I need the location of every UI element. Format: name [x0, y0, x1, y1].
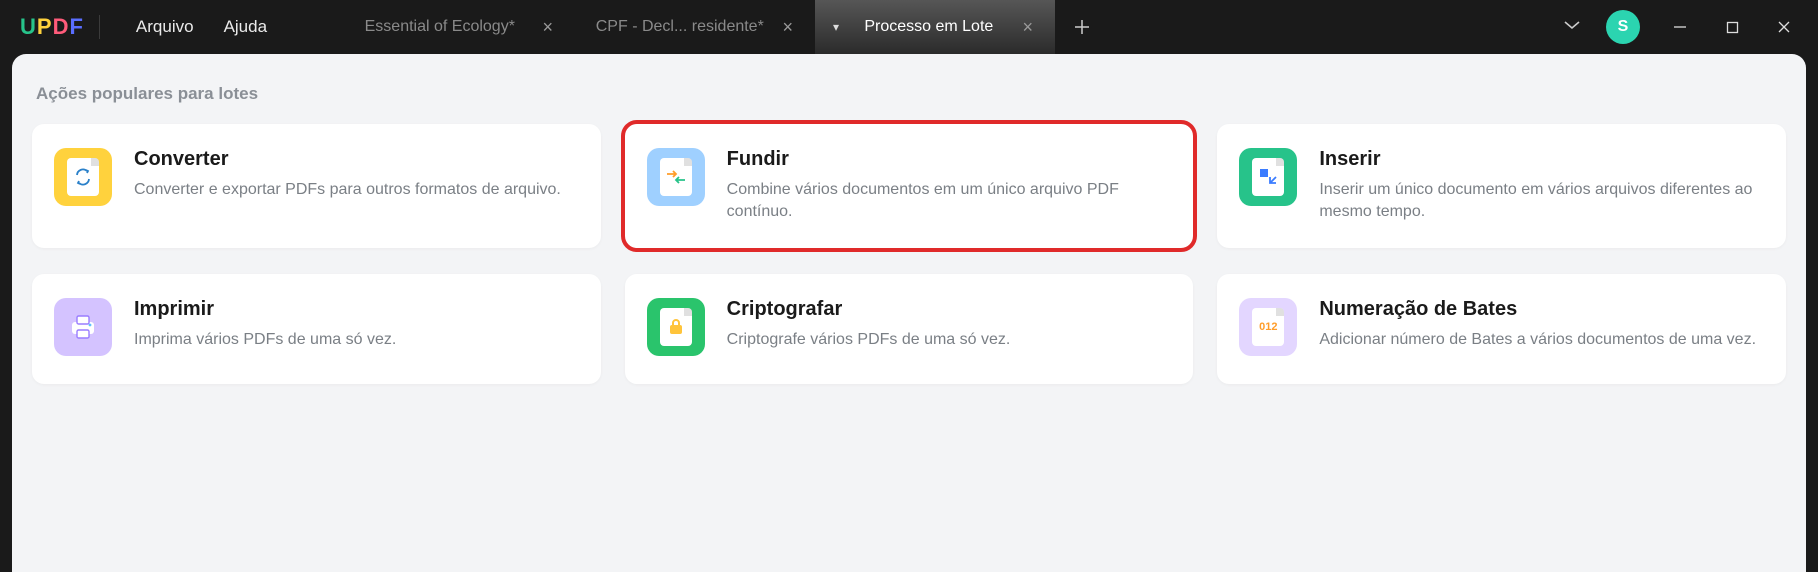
print-icon	[54, 298, 112, 356]
maximize-button[interactable]	[1706, 0, 1758, 54]
card-body: Criptografar Criptografe vários PDFs de …	[727, 298, 1170, 351]
tab-label: Processo em Lote	[851, 18, 1006, 36]
tab-cpf[interactable]: CPF - Decl... residente* ×	[575, 0, 815, 54]
chevron-down-icon[interactable]: ▾	[833, 20, 839, 34]
minimize-icon	[1673, 20, 1687, 34]
close-icon	[1777, 20, 1791, 34]
card-body: Numeração de Bates Adicionar número de B…	[1319, 298, 1762, 351]
cards-row-2: Imprimir Imprima vários PDFs de uma só v…	[32, 274, 1786, 384]
card-convert[interactable]: Converter Converter e exportar PDFs para…	[32, 124, 601, 248]
card-desc: Adicionar número de Bates a vários docum…	[1319, 329, 1762, 351]
card-title: Imprimir	[134, 298, 577, 321]
titlebar-right: S	[1552, 0, 1818, 54]
window-controls	[1654, 0, 1810, 54]
close-icon[interactable]: ×	[1019, 18, 1038, 36]
card-body: Converter Converter e exportar PDFs para…	[134, 148, 577, 201]
tab-batch[interactable]: ▾ Processo em Lote ×	[815, 0, 1055, 54]
menu-help[interactable]: Ajuda	[224, 17, 267, 37]
section-title: Ações populares para lotes	[36, 84, 1786, 104]
card-print[interactable]: Imprimir Imprima vários PDFs de uma só v…	[32, 274, 601, 384]
app-logo: UPDF	[0, 0, 128, 54]
user-avatar[interactable]: S	[1606, 10, 1640, 44]
tabs-bar: Essential of Ecology* × CPF - Decl... re…	[335, 0, 1109, 54]
card-title: Inserir	[1319, 148, 1762, 171]
card-bates[interactable]: 012 Numeração de Bates Adicionar número …	[1217, 274, 1786, 384]
close-icon[interactable]: ×	[539, 18, 558, 36]
card-title: Fundir	[727, 148, 1170, 171]
convert-icon	[54, 148, 112, 206]
logo-divider	[99, 15, 100, 39]
card-desc: Combine vários documentos em um único ar…	[727, 179, 1170, 224]
close-icon[interactable]: ×	[779, 18, 798, 36]
chevron-down-icon[interactable]	[1552, 18, 1592, 36]
menu-file[interactable]: Arquivo	[136, 17, 194, 37]
maximize-icon	[1726, 21, 1739, 34]
tab-label: CPF - Decl... residente*	[593, 18, 766, 36]
card-desc: Converter e exportar PDFs para outros fo…	[134, 179, 577, 201]
main-panel: Ações populares para lotes Converter Con…	[12, 54, 1806, 572]
bates-icon: 012	[1239, 298, 1297, 356]
card-merge[interactable]: Fundir Combine vários documentos em um ú…	[625, 124, 1194, 248]
main-menu: Arquivo Ajuda	[128, 0, 275, 54]
tab-label: Essential of Ecology*	[353, 18, 526, 36]
plus-icon	[1074, 19, 1090, 35]
cards-row-1: Converter Converter e exportar PDFs para…	[32, 124, 1786, 248]
card-body: Imprimir Imprima vários PDFs de uma só v…	[134, 298, 577, 351]
card-title: Converter	[134, 148, 577, 171]
logo-text: UPDF	[20, 14, 84, 40]
card-title: Numeração de Bates	[1319, 298, 1762, 321]
card-body: Inserir Inserir um único documento em vá…	[1319, 148, 1762, 224]
tab-ecology[interactable]: Essential of Ecology* ×	[335, 0, 575, 54]
card-desc: Imprima vários PDFs de uma só vez.	[134, 329, 577, 351]
minimize-button[interactable]	[1654, 0, 1706, 54]
close-button[interactable]	[1758, 0, 1810, 54]
card-title: Criptografar	[727, 298, 1170, 321]
insert-icon	[1239, 148, 1297, 206]
new-tab-button[interactable]	[1055, 0, 1109, 54]
card-body: Fundir Combine vários documentos em um ú…	[727, 148, 1170, 224]
encrypt-icon	[647, 298, 705, 356]
card-insert[interactable]: Inserir Inserir um único documento em vá…	[1217, 124, 1786, 248]
titlebar: UPDF Arquivo Ajuda Essential of Ecology*…	[0, 0, 1818, 54]
card-desc: Criptografe vários PDFs de uma só vez.	[727, 329, 1170, 351]
merge-icon	[647, 148, 705, 206]
card-encrypt[interactable]: Criptografar Criptografe vários PDFs de …	[625, 274, 1194, 384]
card-desc: Inserir um único documento em vários arq…	[1319, 179, 1762, 224]
